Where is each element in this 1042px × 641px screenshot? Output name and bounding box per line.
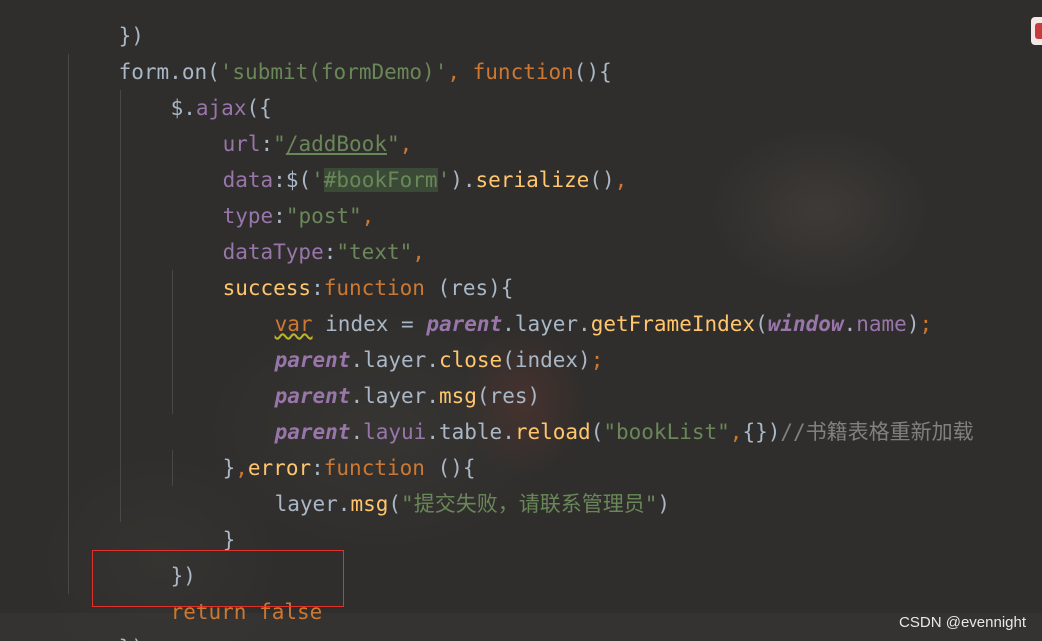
code-token: ;: [590, 348, 604, 372]
code-line[interactable]: success:function (res){: [172, 234, 514, 300]
code-token: reload: [514, 420, 591, 444]
code-token: msg: [350, 492, 389, 516]
code-comment: //书籍表格重新加载: [780, 420, 974, 444]
code-line[interactable]: parent.layui.table.reload("bookList",{})…: [224, 378, 974, 444]
code-token: .: [843, 312, 857, 336]
code-token: (: [755, 312, 768, 336]
code-editor[interactable]: }) form.on('submit(formDemo)', function(…: [0, 0, 1042, 641]
code-token: ): [906, 312, 920, 336]
code-token: serialize: [475, 168, 590, 192]
code-token: (){: [573, 60, 612, 84]
code-line[interactable]: },error:function (){: [172, 414, 476, 480]
code-line[interactable]: layer.msg("提交失败，请联系管理员"): [224, 450, 670, 516]
code-token: function: [472, 60, 574, 84]
code-line[interactable]: form.on('submit(formDemo)', function(){: [68, 18, 612, 84]
code-token: ,: [447, 60, 473, 84]
plugin-icon[interactable]: [1031, 17, 1042, 45]
code-line[interactable]: parent.layer.close(index);: [224, 306, 604, 372]
code-token: ): [657, 492, 670, 516]
code-token: ,: [614, 168, 628, 192]
code-token: .: [502, 420, 515, 444]
code-token: {}): [742, 420, 781, 444]
highlight-box: [92, 550, 344, 607]
code-line[interactable]: parent.layer.msg(res): [224, 342, 541, 408]
code-token: "bookList": [603, 420, 730, 444]
code-line[interactable]: }: [172, 486, 236, 552]
code-token: ).: [450, 168, 476, 192]
code-token: ;: [919, 312, 933, 336]
code-line[interactable]: $.ajax({: [120, 54, 272, 120]
code-token: }: [222, 528, 236, 552]
code-token: }): [119, 636, 144, 641]
code-line[interactable]: dataType:"text",: [172, 198, 425, 264]
code-line[interactable]: url:"/addBook",: [172, 90, 413, 156]
code-token: window: [767, 312, 844, 336]
code-line[interactable]: type:"post",: [172, 162, 375, 228]
code-line[interactable]: }): [68, 0, 144, 48]
code-token: (: [388, 492, 402, 516]
watermark: CSDN @evennight: [899, 614, 1026, 631]
code-token: layer: [274, 492, 338, 516]
code-token: (): [589, 168, 615, 192]
code-token: "提交失败，请联系管理员": [401, 492, 658, 516]
code-token: name: [856, 312, 907, 336]
indent-guide: [68, 54, 69, 594]
code-token: ,: [729, 420, 743, 444]
code-line[interactable]: data:$('#bookForm').serialize(),: [172, 126, 627, 192]
code-token: (: [590, 420, 604, 444]
code-line[interactable]: var index = parent.layer.getFrameIndex(w…: [224, 270, 933, 336]
code-token: getFrameIndex: [590, 312, 756, 336]
code-token: ': [437, 168, 451, 192]
code-token: .: [337, 492, 351, 516]
